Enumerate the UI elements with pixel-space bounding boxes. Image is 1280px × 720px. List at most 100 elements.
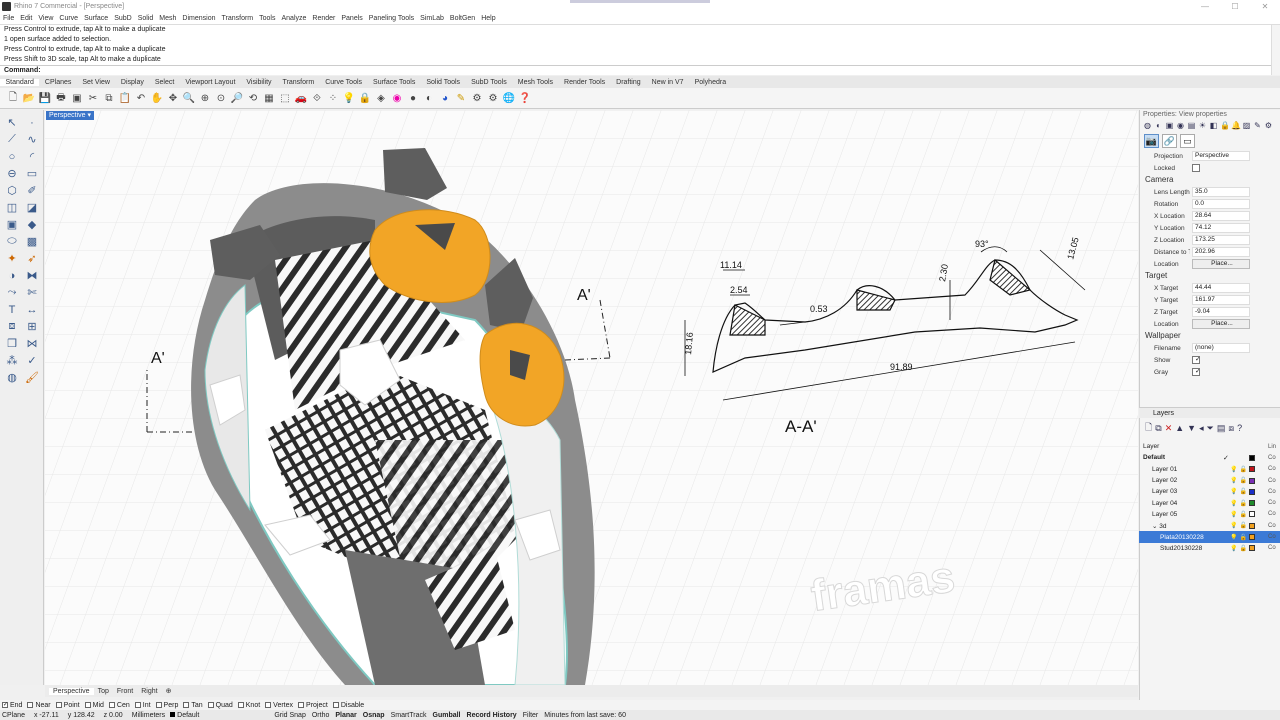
toolbar-tab-drafting[interactable]: Drafting	[611, 79, 647, 86]
osnap-knot[interactable]: Knot	[237, 702, 260, 709]
place-button[interactable]: Place...	[1192, 319, 1250, 329]
toolbar-tab-new-in-v7[interactable]: New in V7	[646, 79, 689, 86]
lock-toggle-icon[interactable]: 🔓	[1239, 488, 1246, 495]
status-toggle-gumball[interactable]: Gumball	[433, 712, 461, 719]
lock-icon[interactable]: 🔒	[358, 91, 372, 105]
layer-row-stud20130228[interactable]: Stud20130228 💡 🔓 Co	[1139, 543, 1280, 554]
menu-panels[interactable]: Panels	[338, 15, 365, 22]
move-parent-icon[interactable]: ◂	[1199, 423, 1204, 434]
layer-row-3d[interactable]: ⌄ 3d 💡 🔓 Co	[1139, 520, 1280, 531]
zoom-selected-icon[interactable]: 🔎	[230, 91, 244, 105]
menu-mesh[interactable]: Mesh	[156, 15, 179, 22]
brush-icon[interactable]: 🖌	[23, 369, 41, 386]
layer-linetype[interactable]: Co	[1268, 455, 1276, 461]
layer-name[interactable]: Layer 05	[1152, 511, 1177, 518]
gear-icon[interactable]: ⚙	[470, 91, 484, 105]
osnap-checkbox[interactable]	[55, 702, 62, 708]
layer-name[interactable]: Stud20130228	[1160, 545, 1202, 552]
current-layer[interactable]: Default	[170, 711, 199, 719]
menu-file[interactable]: File	[0, 15, 17, 22]
prop-checkbox[interactable]: ✓	[1192, 368, 1200, 376]
status-toggle-planar[interactable]: Planar	[335, 712, 356, 719]
layer-states-icon[interactable]: ⧈	[1228, 423, 1234, 434]
layer-name[interactable]: Layer 01	[1152, 466, 1177, 473]
toolbar-tab-set-view[interactable]: Set View	[77, 79, 116, 86]
render-icon[interactable]: ◕	[438, 91, 452, 105]
toolbar-tab-transform[interactable]: Transform	[277, 79, 320, 86]
toolbar-tab-curve-tools[interactable]: Curve Tools	[320, 79, 368, 86]
osnap-quad[interactable]: Quad	[207, 702, 233, 709]
layer-row-layer-05[interactable]: Layer 05 💡 🔓 Co	[1139, 509, 1280, 520]
osnap-int[interactable]: Int	[134, 702, 151, 709]
globe-icon[interactable]: 🌐	[502, 91, 516, 105]
toolbar-tab-cplanes[interactable]: CPlanes	[39, 79, 76, 86]
osnap-perp[interactable]: Perp	[155, 702, 178, 709]
object-icon[interactable]: ◍	[1143, 121, 1152, 130]
osnap-checkbox[interactable]	[207, 702, 214, 708]
gear-panel-icon[interactable]: ⚙	[1264, 121, 1273, 130]
tab-right[interactable]: Right	[137, 688, 161, 695]
filter-icon[interactable]: ⏷	[1207, 423, 1214, 434]
prop-value-field[interactable]: 0.0	[1192, 199, 1250, 209]
perspective-viewport[interactable]: Perspective ▾ A' A' 93° 11.14 2.54 0.53 …	[45, 110, 1138, 685]
cut-icon[interactable]: ✂	[86, 91, 100, 105]
print-icon[interactable]: 🖶	[54, 91, 68, 105]
paste-icon[interactable]: 📋	[118, 91, 132, 105]
menu-dimension[interactable]: Dimension	[179, 15, 218, 22]
viewport-title-label[interactable]: Perspective ▾	[46, 111, 95, 120]
zoom-icon[interactable]: 🔍	[182, 91, 196, 105]
layer-name[interactable]: Plata20130228	[1160, 534, 1204, 541]
text-icon[interactable]: T	[3, 301, 21, 318]
lock-toggle-icon[interactable]: 🔓	[1239, 466, 1246, 473]
osnap-checkbox[interactable]	[155, 702, 162, 708]
osnap-checkbox[interactable]	[183, 702, 190, 708]
menu-paneling-tools[interactable]: Paneling Tools	[366, 15, 417, 22]
options-icon[interactable]: ⚙	[486, 91, 500, 105]
osnap-near[interactable]: Near	[27, 702, 51, 709]
osnap-checkbox[interactable]	[27, 702, 34, 708]
layer-linetype[interactable]: Co	[1268, 511, 1276, 517]
copy-icon[interactable]: ⧉	[102, 91, 116, 105]
toolbar-tab-render-tools[interactable]: Render Tools	[559, 79, 611, 86]
menu-solid[interactable]: Solid	[135, 15, 157, 22]
curve-icon[interactable]: ∿	[23, 131, 41, 148]
menu-help[interactable]: Help	[478, 15, 498, 22]
new-layer-icon[interactable]: 🗋	[1145, 420, 1152, 436]
osnap-checkbox[interactable]	[298, 702, 305, 708]
prop-value-field[interactable]: -9.04	[1192, 307, 1250, 317]
brush-icon[interactable]: ✎	[1253, 121, 1262, 130]
layers-icon[interactable]: ◧	[1209, 121, 1218, 130]
boolean-icon[interactable]: ◑	[3, 267, 21, 284]
layer-name[interactable]: Layer 02	[1152, 477, 1177, 484]
open-file-icon[interactable]: 📂	[22, 91, 36, 105]
lock-panel-icon[interactable]: 🔒	[1220, 121, 1230, 130]
render-tools-icon[interactable]: ◍	[3, 369, 21, 386]
cylinder-icon[interactable]: ⬭	[3, 233, 21, 250]
layer-linetype[interactable]: Co	[1268, 478, 1276, 484]
move-down-icon[interactable]: ▼	[1187, 423, 1196, 433]
material-sphere-icon[interactable]: ◐	[422, 91, 436, 105]
material-icon[interactable]: ◐	[1154, 121, 1163, 130]
loft-icon[interactable]: ◪	[23, 199, 41, 216]
layer-row-layer-03[interactable]: Layer 03 💡 🔓 Co	[1139, 486, 1280, 497]
pan-icon[interactable]: ✋	[150, 91, 164, 105]
trim-icon[interactable]: ✄	[23, 284, 41, 301]
transform-icon[interactable]: ✦	[3, 250, 21, 267]
toolbar-tab-subd-tools[interactable]: SubD Tools	[466, 79, 513, 86]
status-toggle-smarttrack[interactable]: SmartTrack	[391, 712, 427, 719]
join-icon[interactable]: ⋈	[23, 335, 41, 352]
status-toggle-record-history[interactable]: Record History	[467, 712, 517, 719]
polygon-icon[interactable]: ⬡	[3, 182, 21, 199]
layer-color-swatch[interactable]	[1249, 500, 1255, 507]
osnap-tan[interactable]: Tan	[183, 702, 203, 709]
layer-color-swatch[interactable]	[1249, 488, 1255, 495]
named-view-tab-icon[interactable]: 🔗	[1162, 134, 1177, 148]
explode-icon[interactable]: ⁂	[3, 352, 21, 369]
circle-icon[interactable]: ○	[3, 148, 21, 165]
layer-tools-icon[interactable]: ▤	[1217, 423, 1226, 434]
layer-color-swatch[interactable]	[1249, 466, 1255, 473]
display-icon[interactable]: ▣	[1165, 121, 1174, 130]
menu-boltgen[interactable]: BoltGen	[447, 15, 478, 22]
layer-name[interactable]: Layer 04	[1152, 500, 1177, 507]
visibility-bulb-icon[interactable]: 💡	[1230, 500, 1237, 507]
